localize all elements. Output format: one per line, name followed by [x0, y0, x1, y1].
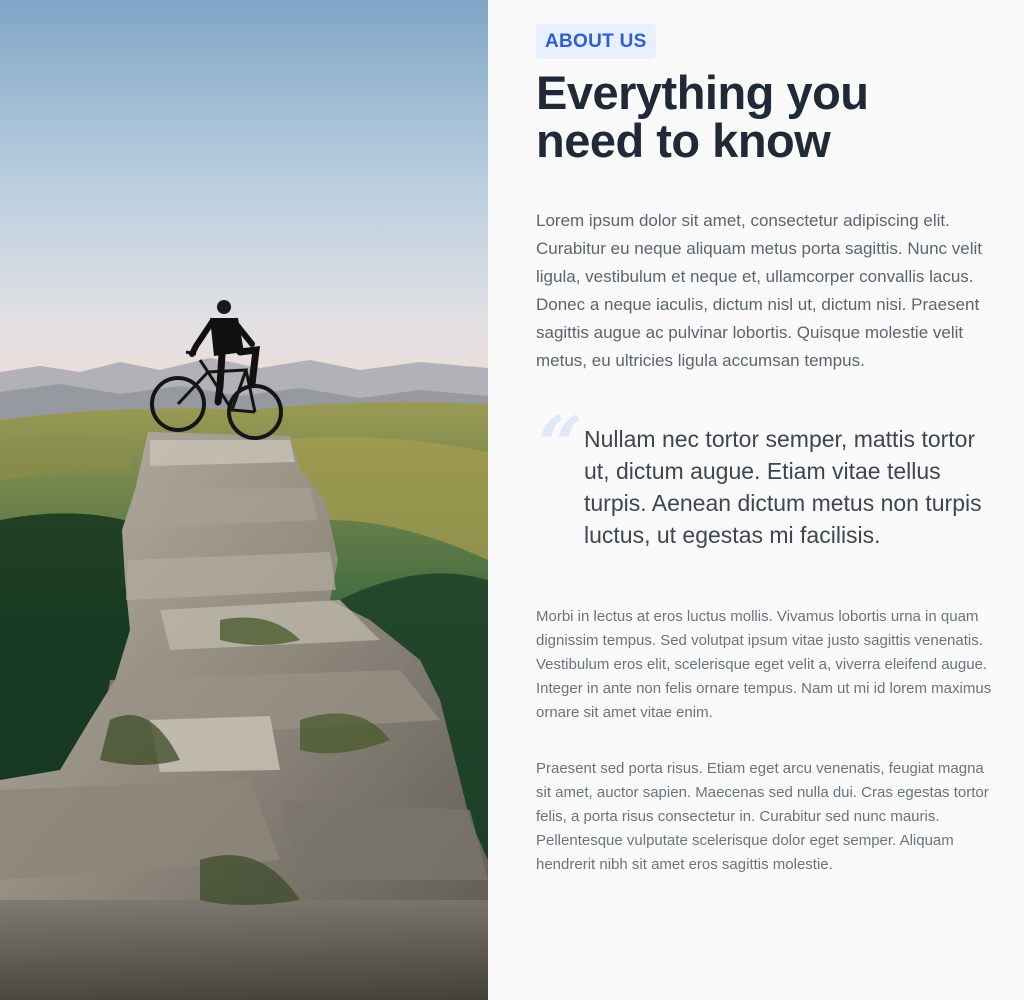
quote-text: Nullam nec tortor semper, mattis tortor … — [584, 426, 982, 548]
pull-quote: “ Nullam nec tortor semper, mattis torto… — [536, 407, 996, 551]
page-title: Everything you need to know — [536, 69, 996, 165]
sky — [0, 0, 488, 420]
quote-icon: “ — [538, 400, 583, 491]
about-section: ABOUT US Everything you need to know Lor… — [536, 24, 996, 877]
body-paragraph-2: Praesent sed porta risus. Etiam eget arc… — [536, 760, 989, 873]
title-line-2: need to know — [536, 114, 831, 167]
body-paragraph-1: Morbi in lectus at eros luctus mollis. V… — [536, 608, 992, 721]
section-eyebrow: ABOUT US — [536, 24, 656, 59]
hero-photo — [0, 0, 488, 1000]
lead-paragraph: Lorem ipsum dolor sit amet, consectetur … — [536, 211, 983, 370]
title-line-1: Everything you — [536, 66, 869, 119]
